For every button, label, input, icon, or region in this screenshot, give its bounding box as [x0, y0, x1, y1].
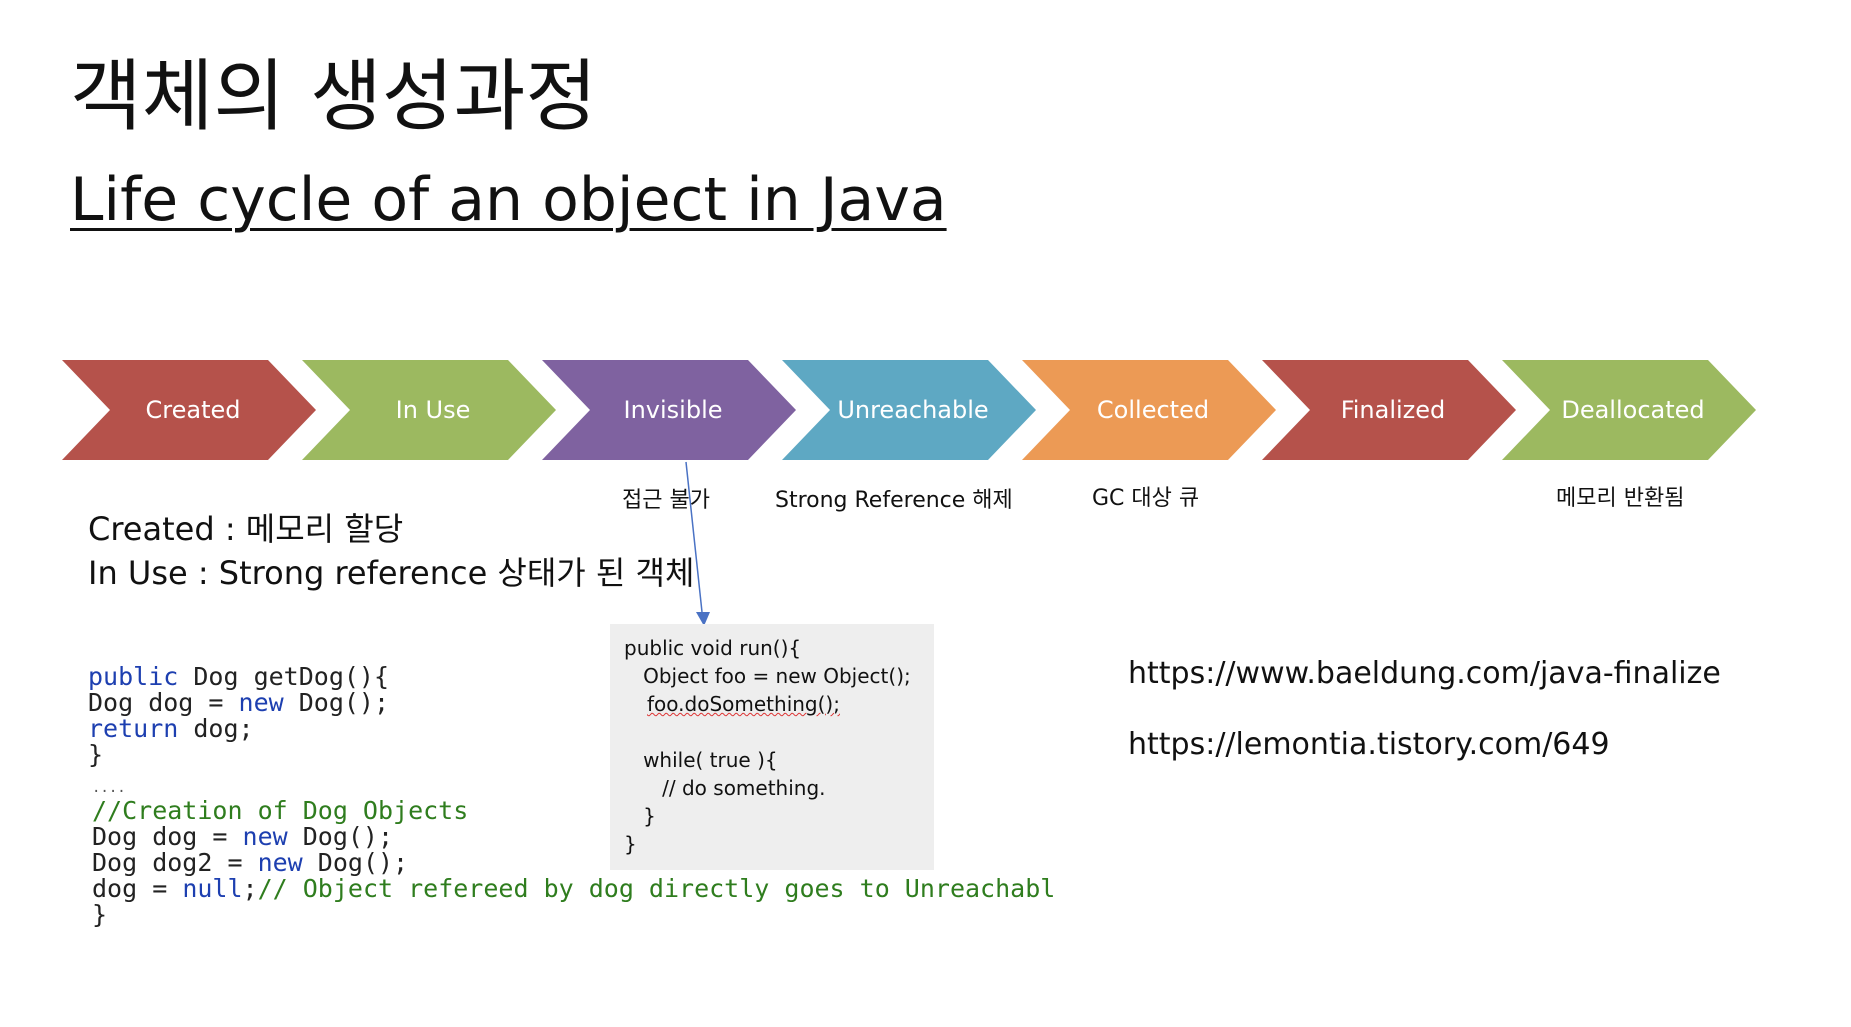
desc-created: Created : 메모리 할당 — [88, 510, 404, 548]
code-ellipsis: .... — [92, 780, 126, 796]
code-line: } — [88, 740, 104, 769]
code-line: Dog dog = new Dog(); — [88, 688, 390, 717]
stage-label: In Use — [396, 396, 471, 424]
code-line: foo.doSomething(); — [647, 692, 840, 716]
note-unreachable: Strong Reference 해제 — [775, 488, 1013, 513]
code-line: return dog; — [88, 714, 254, 743]
desc-in-use: In Use : Strong reference 상태가 된 객체 — [88, 554, 695, 592]
code-line: dog = null;// Object refereed by dog dir… — [92, 874, 1056, 903]
code-line: Object foo = new Object(); — [624, 664, 911, 688]
stage-label: Deallocated — [1561, 396, 1704, 424]
code-snippet-left: public Dog getDog(){ Dog dog = new Dog()… — [88, 664, 389, 768]
reference-link-tistory[interactable]: https://lemontia.tistory.com/649 — [1128, 727, 1610, 762]
code-line: public void run(){ — [624, 636, 802, 660]
stage-label: Invisible — [624, 396, 723, 424]
code-line: public Dog getDog(){ — [88, 662, 390, 691]
note-collected: GC 대상 큐 — [1092, 486, 1200, 511]
code-box-run: public void run(){ Object foo = new Obje… — [610, 624, 934, 870]
stage-label: Collected — [1097, 396, 1209, 424]
note-deallocated: 메모리 반환됨 — [1556, 486, 1685, 511]
reference-link-baeldung[interactable]: https://www.baeldung.com/java-finalize — [1128, 656, 1721, 691]
code-line: while( true ){ — [624, 748, 778, 772]
code-line: } — [624, 832, 637, 856]
note-invisible: 접근 불가 — [622, 488, 710, 513]
code-line: } — [624, 804, 656, 828]
code-line: } — [92, 900, 108, 929]
stage-label: Unreachable — [837, 396, 988, 424]
code-line: // do something. — [624, 776, 826, 800]
stage-label: Finalized — [1341, 396, 1446, 424]
stage-label: Created — [146, 396, 241, 424]
